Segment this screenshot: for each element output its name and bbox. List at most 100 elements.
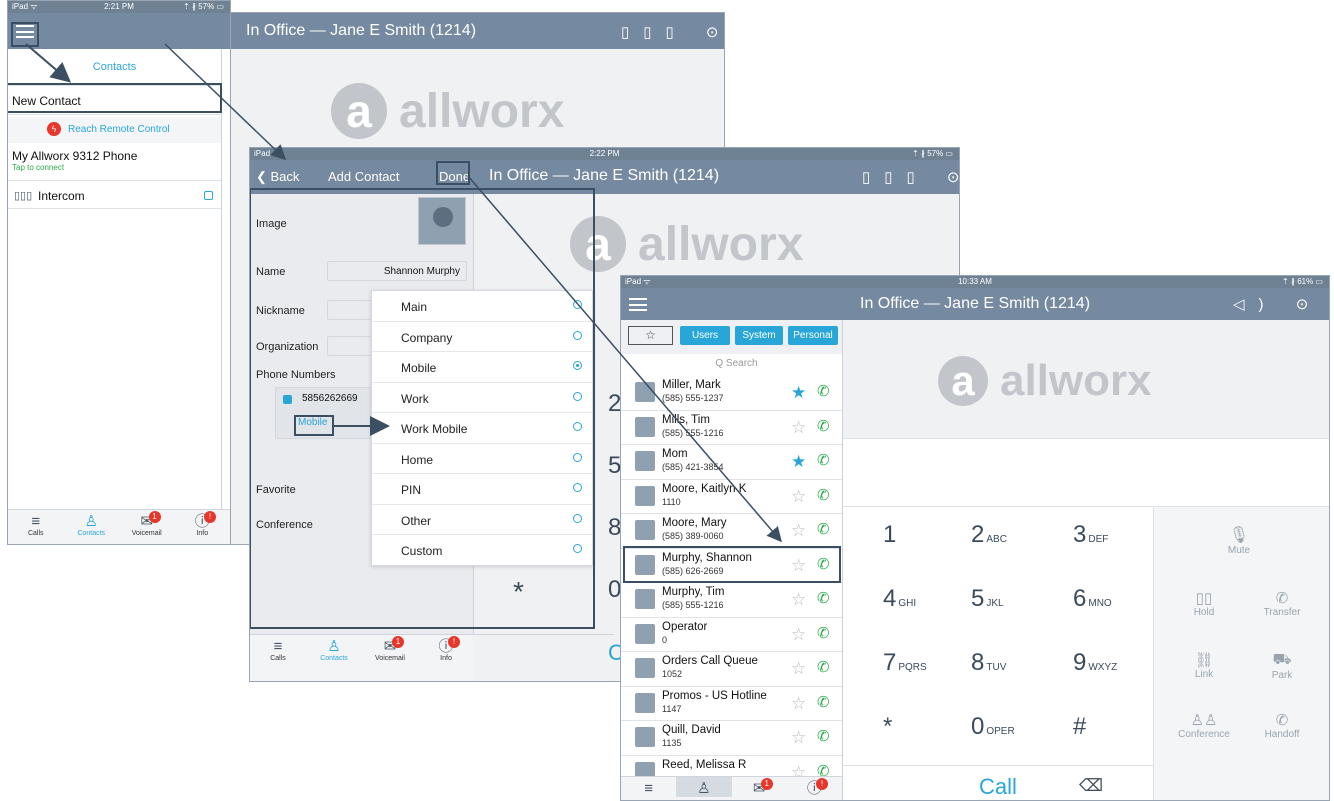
key-star[interactable]: *: [883, 713, 892, 741]
backspace-icon[interactable]: ⌫: [1079, 776, 1103, 796]
logo-text: allworx: [1000, 356, 1152, 405]
key-hash[interactable]: #: [1073, 713, 1086, 741]
key-digit: 0: [971, 713, 985, 740]
key-0[interactable]: 0 OPER: [971, 713, 1015, 741]
favorite-star-icon[interactable]: ★: [791, 452, 806, 472]
avatar: [635, 623, 655, 644]
transfer-button[interactable]: ✆ Transfer: [1242, 589, 1322, 618]
call-phone-icon[interactable]: ✆: [817, 693, 830, 711]
screen1-nav-icons[interactable]: ▯▯▯ ⊙ ◁): [621, 23, 795, 41]
favorite-star-icon[interactable]: ★: [791, 383, 806, 403]
reach-remote-control-item[interactable]: ϟ Reach Remote Control: [8, 117, 221, 143]
filter-system[interactable]: System: [735, 326, 783, 345]
call-phone-icon[interactable]: ✆: [817, 589, 830, 607]
call-phone-icon[interactable]: ✆: [817, 762, 830, 777]
contact-row[interactable]: Mom (585) 421-3854 ★ ✆: [621, 445, 842, 480]
key-8[interactable]: 8 TUV: [971, 649, 1006, 677]
tab-contacts[interactable]: ♙: [676, 777, 732, 797]
key-6[interactable]: 6 MNO: [1073, 585, 1112, 613]
favorites-filter-button[interactable]: ☆: [628, 326, 673, 345]
contact-row[interactable]: Miller, Mark (585) 555-1237 ★ ✆: [621, 376, 842, 411]
call-phone-icon[interactable]: ✆: [817, 382, 830, 400]
tab-voicemail[interactable]: ✉ 1 Voicemail: [362, 635, 418, 662]
tab-info[interactable]: ⓘ! Info: [418, 635, 474, 662]
call-phone-icon[interactable]: ✆: [817, 451, 830, 469]
intercom-item[interactable]: ▯▯▯ Intercom: [8, 183, 221, 209]
tab-info[interactable]: ⓘ!: [787, 777, 842, 797]
key-2[interactable]: 2 ABC: [971, 521, 1007, 549]
contact-row[interactable]: Mills, Tim (585) 555-1216 ☆ ✆: [621, 410, 842, 445]
screen-contacts-menu: iPad ᯤ 2:21 PM ⇡ ∦ 57% ▭ Contacts New Co…: [7, 0, 231, 545]
call-phone-icon[interactable]: ✆: [817, 658, 830, 676]
favorite-star-icon[interactable]: ☆: [791, 487, 806, 507]
tab-label: Voicemail: [375, 655, 405, 662]
key-3[interactable]: 3 DEF: [1073, 521, 1108, 549]
contact-row[interactable]: Moore, Kaitlyn K 1110 ☆ ✆: [621, 479, 842, 514]
key-7[interactable]: 7 PQRS: [883, 649, 927, 677]
contact-row[interactable]: Promos - US Hotline 1147 ☆ ✆: [621, 686, 842, 721]
tab-calls[interactable]: ≡ Calls: [8, 510, 64, 538]
key-4[interactable]: 4 GHI: [883, 585, 916, 613]
contact-row[interactable]: Orders Call Queue 1052 ☆ ✆: [621, 652, 842, 687]
key-letters: GHI: [898, 598, 917, 609]
call-phone-icon[interactable]: ✆: [817, 727, 830, 745]
filter-personal[interactable]: Personal: [788, 326, 838, 345]
call-phone-icon[interactable]: ✆: [817, 417, 830, 435]
screen3-nav-icons[interactable]: ◁) ⊙ ▯▯▯: [1233, 295, 1329, 313]
phone-connect-item[interactable]: My Allworx 9312 Phone Tap to connect: [8, 145, 221, 181]
favorite-star-icon[interactable]: ☆: [791, 728, 806, 748]
search-input[interactable]: Q Search: [635, 355, 838, 373]
tab-contacts[interactable]: ♙ Contacts: [64, 510, 120, 538]
hold-button[interactable]: ▯▯ Hold: [1164, 589, 1244, 618]
tab-voicemail[interactable]: ✉ 1: [732, 777, 787, 797]
contact-row[interactable]: Reed, Melissa R ☆ ✆: [621, 755, 842, 777]
screen2-nav-icons[interactable]: ▯▯▯ ⊙ ◁): [862, 168, 959, 186]
dial-display[interactable]: [843, 439, 1329, 507]
tab-voicemail[interactable]: ✉ 1 Voicemail: [119, 510, 175, 537]
park-label: Park: [1271, 670, 1293, 681]
tab-label: Info: [440, 655, 452, 662]
contact-row[interactable]: Murphy, Tim (585) 555-1216 ☆ ✆: [621, 583, 842, 618]
favorite-star-icon[interactable]: ☆: [791, 659, 806, 679]
tab-calls[interactable]: ≡: [621, 777, 676, 797]
favorite-star-icon[interactable]: ☆: [791, 521, 806, 541]
favorite-star-icon[interactable]: ☆: [791, 763, 806, 777]
call-phone-icon[interactable]: ✆: [817, 520, 830, 538]
tab-calls[interactable]: ≡ Calls: [250, 635, 306, 663]
tab-info[interactable]: ⓘ! Info: [175, 510, 231, 537]
contact-number: (585) 421-3854: [662, 462, 724, 472]
contact-row[interactable]: Moore, Mary (585) 389-0060 ☆ ✆: [621, 514, 842, 549]
handoff-button[interactable]: ✆ Handoff: [1242, 711, 1322, 740]
key-9[interactable]: 9 WXYZ: [1073, 649, 1117, 677]
menu-icon[interactable]: [629, 298, 647, 311]
tab-contacts[interactable]: ♙ Contacts: [306, 635, 362, 663]
favorite-star-icon[interactable]: ☆: [791, 625, 806, 645]
park-button[interactable]: ⛟ Park: [1242, 651, 1322, 681]
status-bar: iPad ᯤ 10:33 AM ⇡ ∦ 61% ▭: [621, 276, 1329, 288]
avatar: [635, 692, 655, 713]
mute-button[interactable]: 🎙 Mute: [1194, 525, 1284, 556]
checkbox-icon[interactable]: [204, 191, 213, 200]
call-button[interactable]: Call: [979, 774, 1017, 800]
call-phone-icon[interactable]: ✆: [817, 486, 830, 504]
key-letters: TUV: [986, 662, 1007, 673]
filter-users[interactable]: Users: [680, 326, 730, 345]
logo-mark: a: [331, 83, 387, 139]
contact-row[interactable]: Quill, David 1135 ☆ ✆: [621, 721, 842, 756]
tab-label: Info: [196, 530, 209, 537]
key-5[interactable]: 5 JKL: [971, 585, 1004, 613]
contact-name: Reed, Melissa R: [662, 758, 747, 771]
back-button[interactable]: ❮ Back: [256, 169, 299, 185]
conference-button[interactable]: ♙♙ Conference: [1164, 711, 1244, 740]
screen2-logo: a allworx: [570, 216, 803, 272]
clock: 2:22 PM: [589, 149, 620, 158]
key-1[interactable]: 1: [883, 521, 896, 549]
voicemail-badge: 1: [760, 778, 773, 790]
call-phone-icon[interactable]: ✆: [817, 624, 830, 642]
favorite-star-icon[interactable]: ☆: [791, 590, 806, 610]
contact-row[interactable]: Operator 0 ☆ ✆: [621, 617, 842, 652]
contact-number: (585) 555-1237: [662, 393, 724, 403]
favorite-star-icon[interactable]: ☆: [791, 694, 806, 714]
link-button[interactable]: ⛓ Link: [1164, 651, 1244, 680]
favorite-star-icon[interactable]: ☆: [791, 418, 806, 438]
